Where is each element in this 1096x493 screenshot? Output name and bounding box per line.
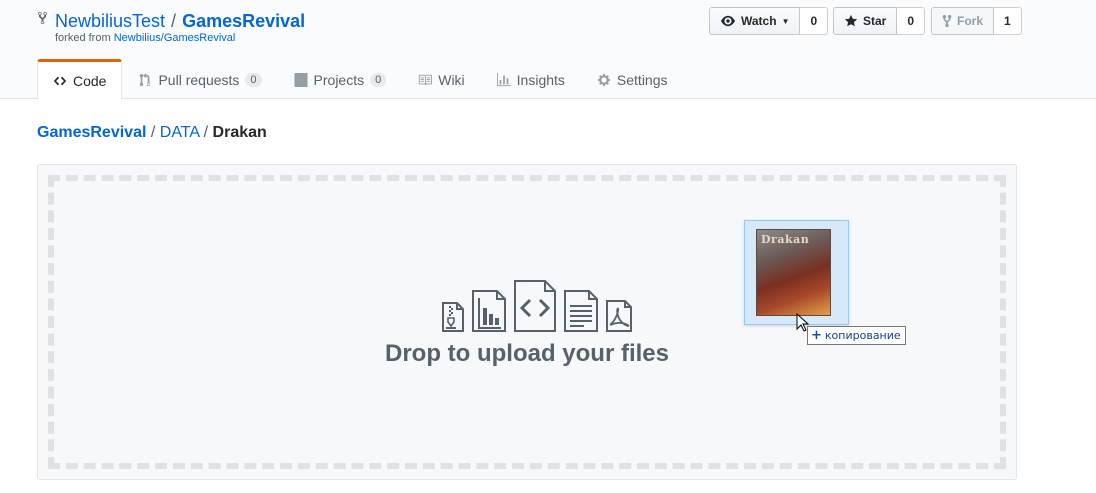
- breadcrumb-separator: /: [150, 124, 156, 141]
- forked-from-label: forked from: [55, 32, 111, 44]
- cover-title: Drakan: [761, 233, 810, 246]
- graph-file-icon: [472, 290, 506, 332]
- copy-tooltip-label: копирование: [824, 329, 901, 342]
- watch-label: Watch: [741, 14, 777, 28]
- tab-code[interactable]: Code: [37, 59, 123, 100]
- fork-group: Fork 1: [931, 7, 1022, 35]
- dropzone-dashed-border: Drop to upload your files: [48, 175, 1006, 469]
- breadcrumb-separator: /: [203, 124, 209, 141]
- tab-label: Settings: [616, 72, 668, 88]
- forked-from-link[interactable]: Newbilius/GamesRevival: [114, 32, 236, 44]
- file-code-icon: [514, 280, 556, 332]
- eye-icon: [721, 15, 735, 27]
- breadcrumb-dir-link[interactable]: DATA: [160, 124, 199, 141]
- git-pull-request-icon: [140, 73, 151, 87]
- tab-label: Code: [73, 72, 107, 89]
- dragged-file-thumbnail: Drakan: [744, 220, 849, 325]
- star-label: Star: [863, 14, 887, 28]
- breadcrumb-current: Drakan: [212, 124, 267, 141]
- file-zip-icon: [442, 302, 464, 332]
- tab-label: Insights: [516, 72, 565, 88]
- watch-button[interactable]: Watch ▼: [709, 7, 801, 35]
- repo-forked-icon: [942, 14, 952, 28]
- copy-drop-tooltip: + копирование: [807, 326, 906, 345]
- fork-label: Fork: [957, 14, 984, 28]
- tab-label: Projects: [313, 72, 365, 88]
- star-group: Star 0: [833, 7, 926, 35]
- repo-name-link[interactable]: GamesRevival: [182, 9, 305, 33]
- tab-settings[interactable]: Settings: [581, 59, 684, 99]
- repo-owner-link[interactable]: NewbiliusTest: [55, 9, 165, 33]
- file-type-icons: [441, 280, 633, 332]
- star-icon: [844, 14, 858, 27]
- tab-projects[interactable]: Projects 0: [278, 59, 403, 99]
- breadcrumb: GamesRevival / DATA / Drakan: [37, 122, 267, 144]
- file-text-icon: [564, 290, 598, 332]
- forked-from-note: forked from Newbilius/GamesRevival: [55, 32, 235, 44]
- graph-icon: [496, 73, 511, 87]
- project-icon: [293, 73, 308, 87]
- tab-wiki[interactable]: Wiki: [402, 59, 480, 99]
- star-count[interactable]: 0: [897, 7, 926, 35]
- repository-header: NewbiliusTest / GamesRevival forked from…: [0, 0, 1096, 100]
- star-button[interactable]: Star: [833, 7, 898, 35]
- tab-counter: 0: [245, 73, 262, 87]
- repo-title-separator: /: [171, 11, 177, 31]
- upload-dropzone[interactable]: Drop to upload your files: [37, 164, 1017, 480]
- fork-count[interactable]: 1: [994, 7, 1022, 35]
- chevron-down-icon: ▼: [781, 16, 790, 26]
- tab-label: Pull requests: [158, 72, 240, 88]
- repo-nav-tabs: Code Pull requests 0 Projects 0 Wiki Ins…: [37, 59, 684, 100]
- tab-counter: 0: [370, 73, 387, 87]
- watch-count[interactable]: 0: [800, 7, 829, 35]
- watch-group: Watch ▼ 0: [709, 7, 829, 35]
- plus-icon: +: [811, 328, 822, 343]
- breadcrumb-root-link[interactable]: GamesRevival: [37, 124, 146, 141]
- tab-label: Wiki: [438, 72, 465, 88]
- code-icon: [53, 76, 67, 85]
- book-icon: [419, 74, 433, 86]
- repository-title: NewbiliusTest / GamesRevival: [37, 9, 305, 33]
- gear-icon: [597, 73, 611, 87]
- repo-forked-icon: [38, 11, 47, 25]
- tab-pull-requests[interactable]: Pull requests 0: [122, 59, 277, 99]
- tab-insights[interactable]: Insights: [481, 59, 581, 99]
- fork-button[interactable]: Fork: [931, 7, 995, 35]
- drakan-cover-image: Drakan: [756, 229, 831, 316]
- file-pdf-icon: [606, 300, 632, 332]
